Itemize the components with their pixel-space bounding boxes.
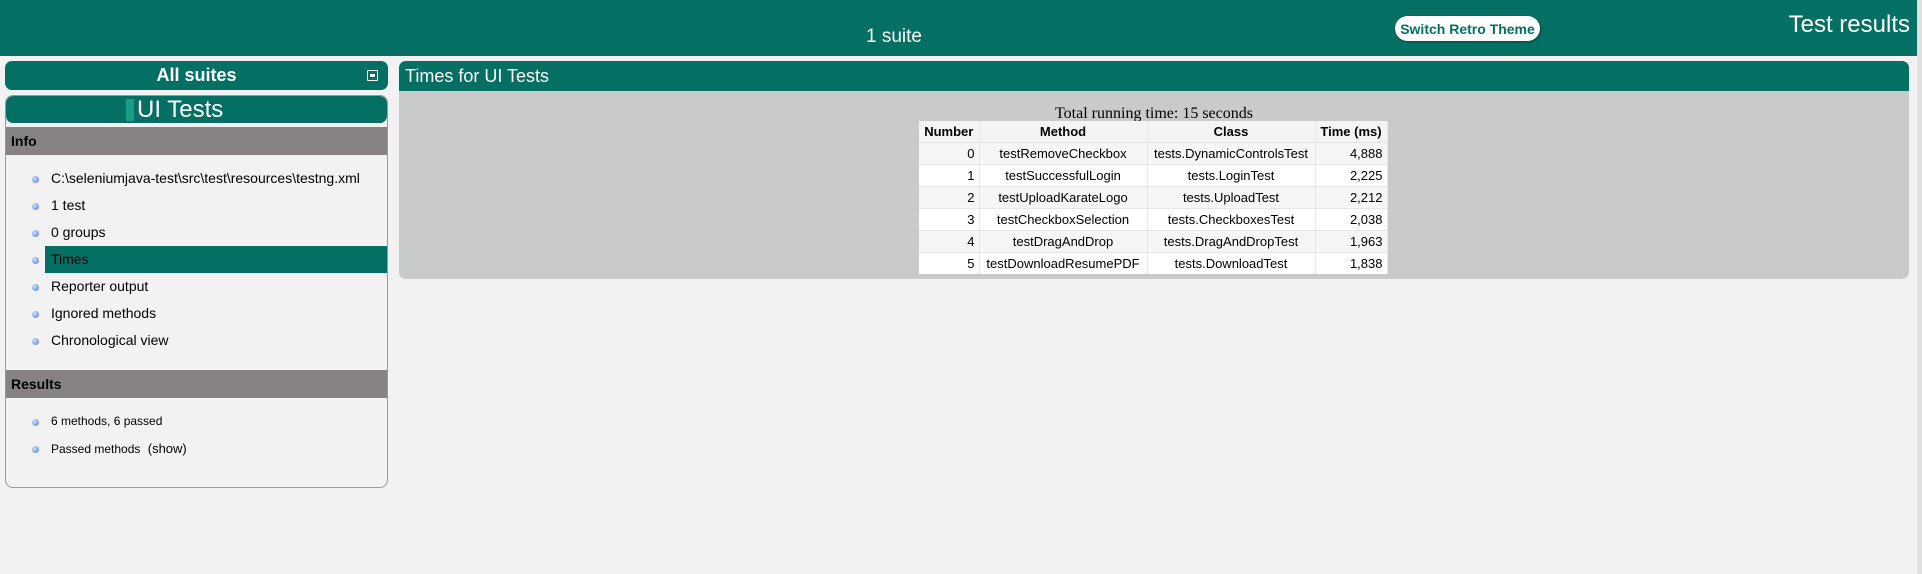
suite-marker [126, 99, 134, 121]
cell-time: 2,212 [1315, 186, 1388, 209]
column-header-number: Number [919, 121, 980, 143]
bullet-icon [32, 257, 39, 264]
table-row: 3 testCheckboxSelection tests.Checkboxes… [919, 208, 1388, 231]
passed-methods-label: Passed methods [51, 442, 141, 456]
times-table: Number Method Class Time (ms) 0 testRemo… [919, 121, 1388, 274]
cell-method: testSuccessfulLogin [979, 164, 1148, 187]
info-section-header: Info [6, 127, 387, 155]
selection-highlight [45, 246, 387, 273]
table-row: 1 testSuccessfulLogin tests.LoginTest 2,… [919, 164, 1388, 187]
report-title: Test results [1788, 11, 1910, 38]
cell-method: testDragAndDrop [979, 230, 1148, 253]
info-list: C:\seleniumjava-test\src\test\resources\… [6, 155, 387, 366]
bullet-icon [32, 446, 39, 453]
bullet-icon [32, 338, 39, 345]
cell-number: 4 [919, 230, 980, 253]
cell-method: testCheckboxSelection [979, 208, 1148, 231]
info-item-chronological-view[interactable]: Chronological view [6, 327, 387, 354]
cell-class: tests.LoginTest [1147, 164, 1316, 187]
cell-number: 1 [919, 164, 980, 187]
navigator: All suites UI Tests Info C:\seleniumjava… [5, 61, 388, 488]
cell-number: 2 [919, 186, 980, 209]
bullet-icon [32, 284, 39, 291]
suite-count: 1 suite [866, 26, 922, 47]
cell-time: 1,838 [1315, 252, 1388, 274]
cell-method: testUploadKarateLogo [979, 186, 1148, 209]
cell-time: 2,038 [1315, 208, 1388, 231]
times-panel-title: Times for UI Tests [399, 61, 1909, 91]
cell-class: tests.DownloadTest [1147, 252, 1316, 274]
info-item-label: Times [51, 251, 89, 267]
cell-class: tests.DragAndDropTest [1147, 230, 1316, 253]
switch-retro-theme-button[interactable]: Switch Retro Theme [1395, 16, 1540, 41]
cell-class: tests.DynamicControlsTest [1147, 142, 1316, 165]
bullet-icon [32, 230, 39, 237]
info-item-label: 1 test [51, 197, 86, 213]
all-suites-label: All suites [156, 65, 237, 85]
suite-header[interactable]: UI Tests [6, 96, 387, 123]
suite-name: UI Tests [137, 96, 224, 123]
passed-methods-item: Passed methods (show) [6, 435, 387, 462]
bullet-icon [32, 203, 39, 210]
info-item-label: 0 groups [51, 224, 106, 240]
info-item-label: Chronological view [51, 332, 169, 348]
info-item-label: Reporter output [51, 278, 149, 294]
results-list: 6 methods, 6 passed Passed methods (show… [6, 398, 387, 474]
info-item-testng-xml[interactable]: C:\seleniumjava-test\src\test\resources\… [6, 165, 387, 192]
info-item-ignored-methods[interactable]: Ignored methods [6, 300, 387, 327]
column-header-class: Class [1147, 121, 1316, 143]
times-panel: Times for UI Tests Total running time: 1… [399, 61, 1909, 279]
info-item-label: C:\seleniumjava-test\src\test\resources\… [51, 170, 360, 186]
table-row: 0 testRemoveCheckbox tests.DynamicContro… [919, 142, 1388, 165]
cell-number: 5 [919, 252, 980, 274]
info-item-tests[interactable]: 1 test [6, 192, 387, 219]
column-header-method: Method [979, 121, 1148, 143]
table-row: 2 testUploadKarateLogo tests.UploadTest … [919, 186, 1388, 209]
info-item-times[interactable]: Times [6, 246, 387, 273]
cell-method: testDownloadResumePDF [979, 252, 1148, 274]
collapse-icon[interactable] [367, 70, 378, 81]
results-summary-label: 6 methods, 6 passed [51, 414, 163, 428]
cell-class: tests.CheckboxesTest [1147, 208, 1316, 231]
table-row: 4 testDragAndDrop tests.DragAndDropTest … [919, 230, 1388, 253]
cell-class: tests.UploadTest [1147, 186, 1316, 209]
results-section-header: Results [6, 370, 387, 398]
info-item-groups[interactable]: 0 groups [6, 219, 387, 246]
cell-time: 4,888 [1315, 142, 1388, 165]
table-header-row: Number Method Class Time (ms) [919, 121, 1388, 143]
table-row: 5 testDownloadResumePDF tests.DownloadTe… [919, 252, 1388, 274]
cell-time: 1,963 [1315, 230, 1388, 253]
info-item-reporter-output[interactable]: Reporter output [6, 273, 387, 300]
cell-method: testRemoveCheckbox [979, 142, 1148, 165]
show-passed-link[interactable]: (show) [148, 441, 187, 456]
bullet-icon [32, 176, 39, 183]
cell-time: 2,225 [1315, 164, 1388, 187]
results-summary: 6 methods, 6 passed [6, 408, 387, 435]
top-banner: 1 suite Switch Retro Theme Test results [0, 0, 1917, 56]
bullet-icon [32, 419, 39, 426]
cell-number: 3 [919, 208, 980, 231]
bullet-icon [32, 311, 39, 318]
column-header-time: Time (ms) [1315, 121, 1388, 143]
info-item-label: Ignored methods [51, 305, 157, 321]
all-suites-header[interactable]: All suites [5, 61, 388, 90]
suite-panel: UI Tests Info C:\seleniumjava-test\src\t… [5, 95, 388, 488]
window-edge [1917, 0, 1922, 574]
cell-number: 0 [919, 142, 980, 165]
